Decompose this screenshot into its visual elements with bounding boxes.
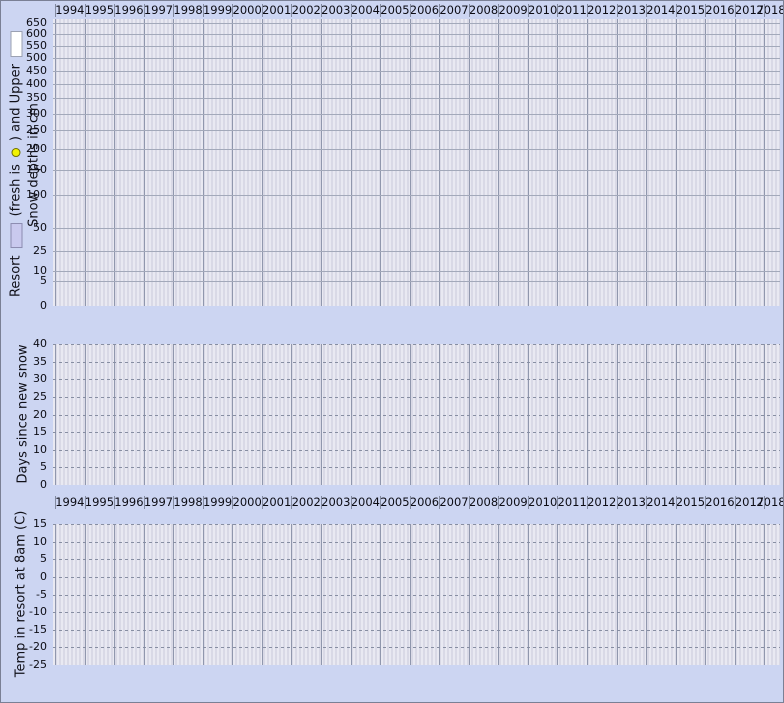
chart-canvas [1,1,784,703]
snow-history-chart: Resort (fresh is ) and Upper Snow depths… [0,0,784,703]
